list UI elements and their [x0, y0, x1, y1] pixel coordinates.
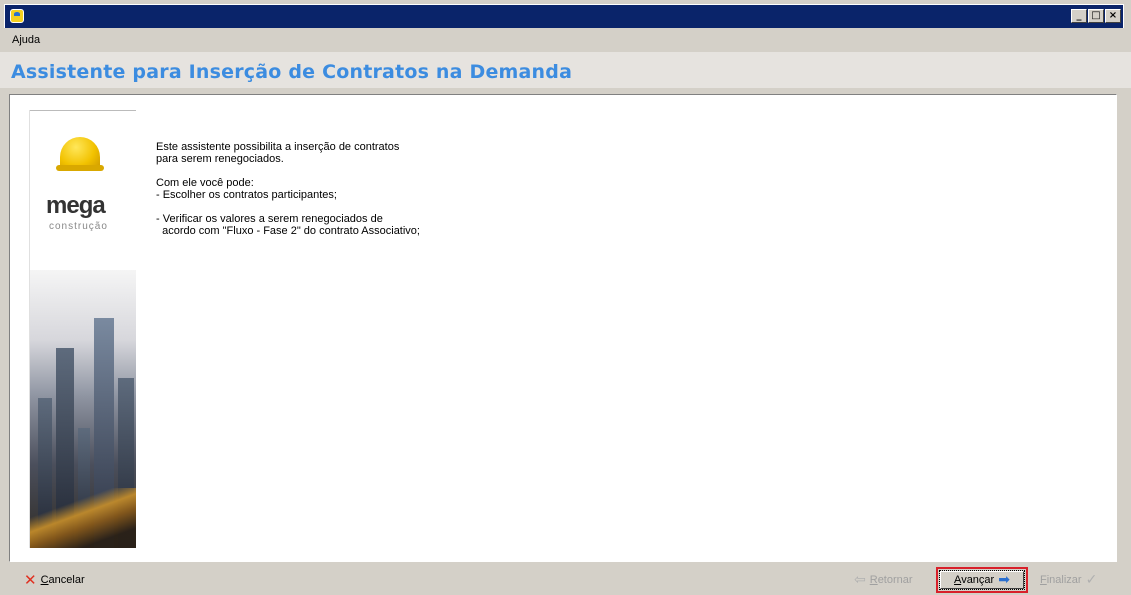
wizard-title: Assistente para Inserção de Contratos na… — [11, 61, 573, 83]
app-icon[interactable] — [10, 9, 24, 23]
minimize-button[interactable]: _ — [1071, 9, 1087, 23]
finish-label: Finalizar — [1040, 574, 1082, 586]
close-x-icon: ✕ — [24, 571, 37, 589]
checkmark-icon: ✓ — [1085, 572, 1098, 588]
description-line: - Verificar os valores a serem renegocia… — [156, 213, 383, 225]
wizard-header: Assistente para Inserção de Contratos na… — [0, 52, 1131, 88]
description-line: para serem renegociados. — [156, 153, 284, 165]
wizard-description: Este assistente possibilita a inserção d… — [156, 141, 420, 237]
next-button[interactable]: Avançar ➡ — [936, 567, 1028, 593]
wizard-content-panel: mega construção Este assistente possibil… — [9, 94, 1117, 562]
menu-bar: Ajuda — [12, 34, 40, 48]
description-line: acordo com "Fluxo - Fase 2" do contrato … — [156, 225, 420, 237]
arrow-left-icon: ⇦ — [854, 572, 866, 588]
city-skyline-image — [30, 270, 136, 548]
maximize-button[interactable]: □ — [1088, 9, 1104, 23]
window-controls: _ □ × — [1071, 9, 1121, 23]
arrow-right-icon: ➡ — [998, 572, 1010, 588]
wizard-button-bar: ✕ Cancelar ⇦ Retornar Avançar ➡ Finaliza… — [0, 566, 1131, 595]
cancel-button[interactable]: ✕ Cancelar — [18, 570, 91, 590]
brand-logo-subtitle: construção — [49, 221, 108, 232]
back-button[interactable]: ⇦ Retornar — [848, 570, 919, 590]
description-line: Com ele você pode: — [156, 177, 254, 189]
menu-help[interactable]: Ajuda — [12, 34, 40, 46]
helmet-logo-icon — [56, 137, 104, 171]
description-line: - Escolher os contratos participantes; — [156, 189, 337, 201]
description-line: Este assistente possibilita a inserção d… — [156, 141, 400, 153]
finish-button[interactable]: Finalizar ✓ — [1034, 570, 1103, 590]
side-banner: mega construção — [29, 110, 136, 548]
close-button[interactable]: × — [1105, 9, 1121, 23]
window-titlebar[interactable]: _ □ × — [4, 4, 1124, 28]
brand-logo: mega — [46, 192, 106, 219]
next-label: Avançar — [954, 574, 995, 586]
cancel-label: Cancelar — [40, 574, 85, 586]
back-label: Retornar — [869, 574, 913, 586]
